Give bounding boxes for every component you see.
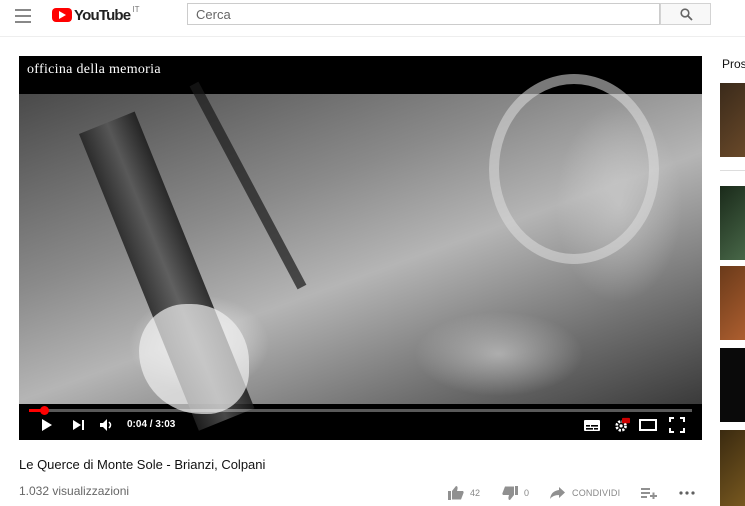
dislike-button[interactable]: 0 [502,485,529,501]
add-to-playlist-button[interactable] [641,485,657,501]
play-icon[interactable] [40,417,54,433]
theater-mode-icon[interactable] [639,417,657,433]
sidebar-thumbnail[interactable] [720,430,745,506]
progress-scrubber[interactable] [39,406,49,415]
menu-icon[interactable] [15,9,31,23]
dislike-count: 0 [524,488,530,498]
sidebar-thumbnail[interactable] [720,186,745,260]
view-count: 1.032 visualizzazioni [19,484,130,498]
sidebar-thumbnail[interactable] [720,83,745,157]
next-icon[interactable] [72,417,86,433]
like-button[interactable]: 42 [448,485,480,501]
dislike-icon [502,486,518,500]
search-input[interactable]: Cerca [187,3,660,25]
time-display: 0:04 / 3:03 [127,419,176,430]
settings-hd-icon[interactable] [613,417,631,433]
more-actions-button[interactable] [679,485,695,501]
youtube-logo-icon [52,8,72,22]
like-icon [448,486,464,500]
more-icon [679,491,695,495]
add-to-playlist-icon [641,488,657,499]
sidebar-divider [720,170,745,171]
fullscreen-icon[interactable] [669,417,685,433]
country-code: IT [132,4,140,14]
subtitles-icon[interactable] [583,417,601,433]
search-button[interactable] [660,3,711,25]
share-icon [550,487,565,499]
share-label: CONDIVIDI [572,488,621,498]
video-player[interactable]: officina della memoria 0:04 / 3:03 [19,56,702,440]
share-button[interactable]: CONDIVIDI [550,485,620,501]
volume-icon[interactable] [99,417,115,433]
search-icon [680,8,693,21]
youtube-logo[interactable]: YouTube IT [52,4,140,24]
progress-bar[interactable] [29,406,692,415]
video-watermark: officina della memoria [27,62,161,77]
up-next-label: Pros [722,57,745,71]
video-title: Le Querce di Monte Sole - Brianzi, Colpa… [19,457,266,472]
like-count: 42 [470,488,481,498]
video-frame[interactable] [19,74,702,431]
sidebar-thumbnail[interactable] [720,348,745,422]
logo-text: YouTube [74,6,131,24]
sidebar-thumbnail[interactable] [720,266,745,340]
masthead: YouTube IT Cerca [0,0,745,37]
